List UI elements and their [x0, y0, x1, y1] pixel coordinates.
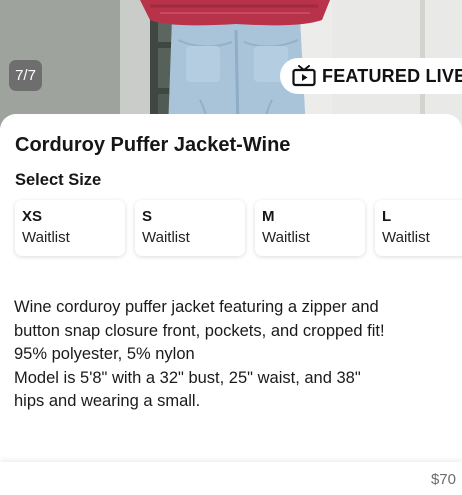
tv-play-icon: [292, 65, 316, 87]
description-line: button snap closure front, pockets, and …: [14, 321, 385, 340]
size-status: Waitlist: [262, 229, 310, 246]
size-option-m[interactable]: M Waitlist: [255, 200, 365, 256]
description-line: hips and wearing a small.: [14, 392, 201, 410]
product-details-card: Corduroy Puffer Jacket-Wine Select Size …: [0, 114, 462, 464]
size-label: XS: [22, 208, 43, 225]
product-photo[interactable]: 7/7 FEATURED LIVE: [0, 0, 462, 130]
size-label: M: [262, 208, 275, 225]
product-description: Wine corduroy puffer jacket featuring a …: [14, 296, 454, 414]
description-line: 95% polyester, 5% nylon: [14, 345, 195, 363]
size-label: S: [142, 208, 153, 225]
size-status: Waitlist: [22, 229, 70, 246]
product-price: $70: [430, 471, 456, 488]
description-line: Wine corduroy puffer jacket featuring a …: [14, 298, 379, 316]
product-page: 7/7 FEATURED LIVE Corduroy Puffer Jacket…: [0, 0, 462, 495]
size-option-xs[interactable]: XS Waitlist: [15, 200, 125, 256]
featured-live-label: FEATURED LIVE: [322, 65, 462, 86]
bottom-bar: $70: [0, 462, 462, 495]
product-title: Corduroy Puffer Jacket-Wine: [15, 134, 291, 156]
size-option-l[interactable]: L Waitlist: [375, 200, 462, 256]
size-option-s[interactable]: S Waitlist: [135, 200, 245, 256]
size-label: L: [382, 208, 392, 225]
featured-live-badge[interactable]: FEATURED LIVE: [280, 58, 462, 94]
size-options: XS Waitlist S Waitlist M Waitlist L Wait…: [15, 200, 462, 258]
size-status: Waitlist: [382, 229, 430, 246]
description-line: Model is 5'8" with a 32" bust, 25" waist…: [14, 368, 361, 387]
image-counter: 7/7: [9, 60, 42, 91]
size-status: Waitlist: [142, 229, 190, 246]
select-size-heading: Select Size: [15, 171, 102, 189]
